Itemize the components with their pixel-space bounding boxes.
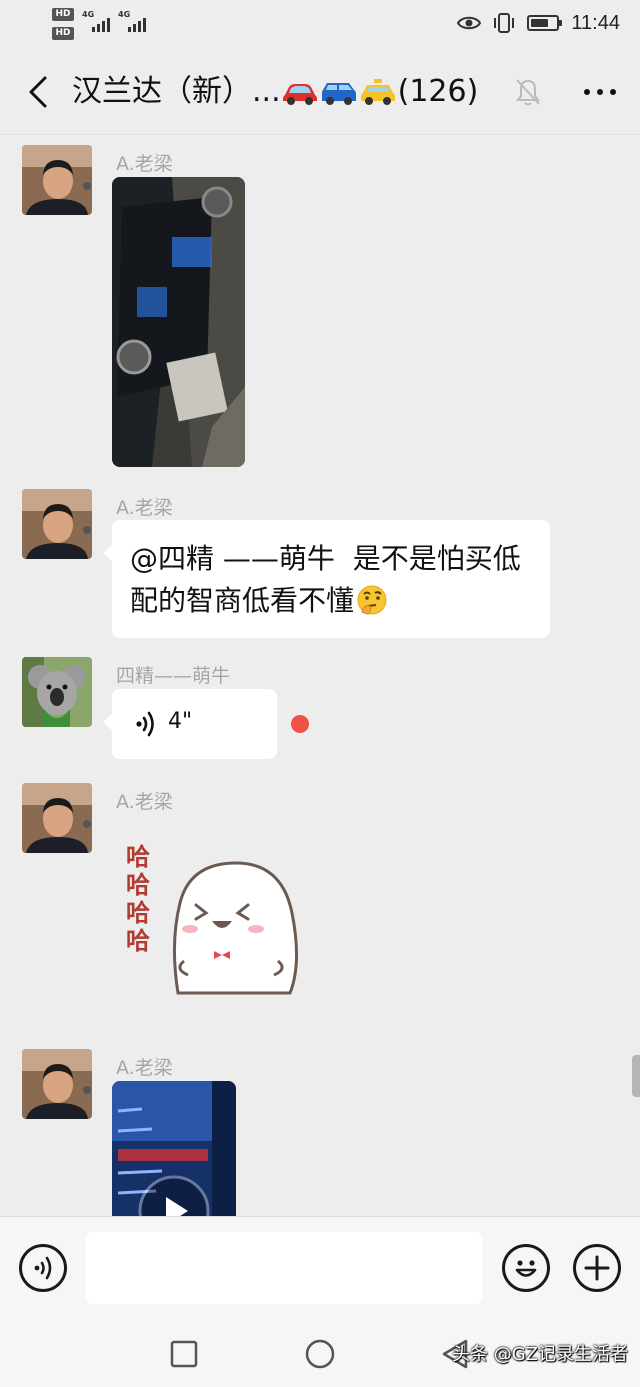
- eye-icon: [457, 16, 482, 30]
- voice-wave-icon: [136, 711, 154, 737]
- text-bubble[interactable]: @四精 ——萌牛 是不是怕买低配的智商低看不懂: [103, 520, 550, 638]
- chat-header: 汉兰达（新）... (126): [0, 48, 640, 134]
- voice-input-button[interactable]: [19, 1244, 67, 1292]
- signal-1-icon: [92, 16, 110, 32]
- blue-car-emoji: [321, 83, 356, 105]
- message-text: @四精 ——萌牛 是不是怕买低配的智商低看不懂: [130, 542, 521, 617]
- navigation-bar: 头条 @GZ记录生活者: [0, 1318, 640, 1387]
- avatar-koala-image: [22, 657, 92, 727]
- mute-button[interactable]: [512, 76, 544, 108]
- recent-apps-button[interactable]: [166, 1336, 202, 1372]
- avatar[interactable]: [22, 1049, 92, 1119]
- sender-name: 四精——萌牛: [116, 665, 231, 687]
- avatar-man-image: [22, 489, 92, 559]
- voice-duration: 4": [168, 709, 193, 734]
- car-console-photo: [112, 177, 245, 467]
- sender-name: A.老梁: [116, 791, 173, 813]
- signal-group: HD HD 4G 4G: [52, 8, 162, 42]
- member-count: (126): [397, 74, 479, 109]
- more-functions-button[interactable]: [573, 1244, 621, 1292]
- back-arrow-icon: [29, 76, 47, 108]
- status-right: 11:44: [457, 10, 620, 36]
- voice-bubble[interactable]: 4": [103, 689, 277, 759]
- plus-icon: [584, 1255, 610, 1281]
- avatar[interactable]: [22, 783, 92, 853]
- chat-title: 汉兰达（新）... (126): [72, 70, 478, 114]
- sender-name: A.老梁: [116, 153, 173, 175]
- avatar[interactable]: [22, 489, 92, 559]
- video-message[interactable]: [112, 1081, 236, 1216]
- sticker-message[interactable]: 哈哈哈哈: [118, 833, 308, 1003]
- battery-icon: [527, 15, 563, 31]
- avatar[interactable]: [22, 145, 92, 215]
- sender-name: A.老梁: [116, 497, 173, 519]
- hd-badge-2: HD: [52, 27, 74, 40]
- recent-apps-icon: [170, 1340, 198, 1368]
- chat-area[interactable]: A.老梁 A.老梁 @四精 ——萌牛 是不是怕买低配的智商低看不懂 四精——萌牛…: [0, 134, 640, 1216]
- battery-level: [531, 19, 549, 27]
- chat-title-text: 汉兰达（新）...: [72, 74, 281, 109]
- watermark: 头条 @GZ记录生活者: [451, 1344, 628, 1365]
- avatar-man-image: [22, 783, 92, 853]
- avatar-man-image: [22, 145, 92, 215]
- voice-icon: [34, 1256, 52, 1280]
- emoji-button[interactable]: [502, 1244, 550, 1292]
- thinking-face-emoji: [357, 585, 387, 615]
- back-button[interactable]: [18, 70, 58, 114]
- status-bar: HD HD 4G 4G 11:44: [0, 0, 640, 48]
- bell-mute-icon: [516, 79, 540, 106]
- more-dots-icon: [584, 89, 590, 95]
- avatar[interactable]: [22, 657, 92, 727]
- signal-2-icon: [128, 16, 146, 32]
- message-input[interactable]: [86, 1232, 482, 1304]
- home-button[interactable]: [302, 1336, 338, 1372]
- sticker-text: 哈哈哈哈: [126, 843, 150, 955]
- vibrate-icon: [494, 13, 515, 33]
- scrollbar-thumb[interactable]: [632, 1055, 640, 1097]
- unread-dot: [291, 715, 309, 733]
- home-icon: [305, 1339, 335, 1369]
- car-screen-video-thumbnail: [112, 1081, 236, 1216]
- clock: 11:44: [571, 11, 620, 34]
- sender-name: A.老梁: [116, 1057, 173, 1079]
- red-car-emoji: [282, 84, 317, 105]
- yellow-taxi-emoji: [360, 79, 395, 105]
- input-bar: [0, 1216, 640, 1318]
- photo-message[interactable]: [112, 177, 245, 467]
- emoji-icon: [515, 1260, 537, 1277]
- avatar-man-image: [22, 1049, 92, 1119]
- more-button[interactable]: [578, 76, 622, 108]
- hd-badge-1: HD: [52, 8, 74, 21]
